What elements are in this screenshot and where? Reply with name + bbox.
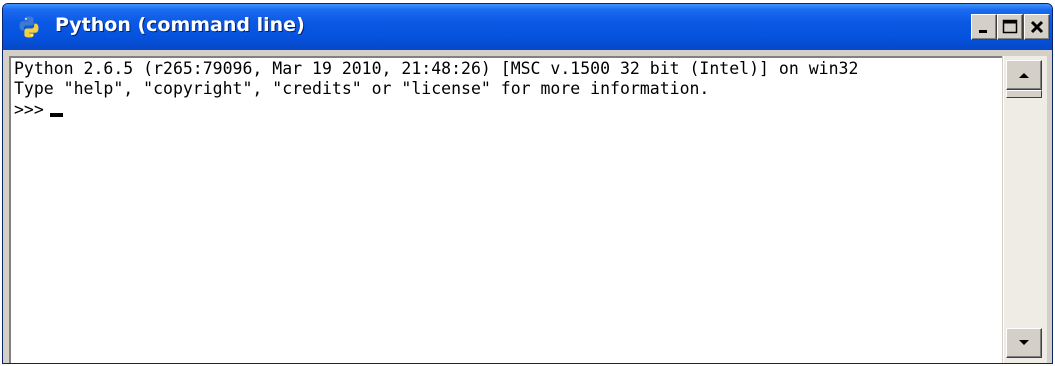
close-icon <box>1030 20 1044 34</box>
scroll-thumb[interactable] <box>1006 90 1042 98</box>
minimize-icon <box>979 30 987 33</box>
console-line-version: Python 2.6.5 (r265:79096, Mar 19 2010, 2… <box>14 59 859 78</box>
console-prompt-line[interactable]: >>> <box>14 100 63 120</box>
maximize-icon <box>1002 19 1018 34</box>
console-output[interactable]: Python 2.6.5 (r265:79096, Mar 19 2010, 2… <box>9 56 1002 363</box>
python-icon[interactable] <box>17 15 41 39</box>
arrow-down-icon <box>1019 340 1029 345</box>
close-button[interactable] <box>1024 14 1050 40</box>
scroll-up-button[interactable] <box>1006 60 1042 90</box>
vertical-scrollbar[interactable] <box>1003 56 1047 363</box>
window-title: Python (command line) <box>55 14 305 36</box>
text-cursor <box>49 113 63 117</box>
title-bar[interactable]: Python (command line) <box>3 4 1052 50</box>
maximize-button[interactable] <box>997 14 1023 40</box>
console-window: Python (command line) Python 2.6.5 (r265… <box>2 3 1053 364</box>
minimize-button[interactable] <box>971 14 997 40</box>
console-line-help: Type "help", "copyright", "credits" or "… <box>14 79 710 98</box>
console-prompt: >>> <box>14 100 44 119</box>
scroll-down-button[interactable] <box>1006 328 1042 358</box>
arrow-up-icon <box>1019 73 1029 78</box>
